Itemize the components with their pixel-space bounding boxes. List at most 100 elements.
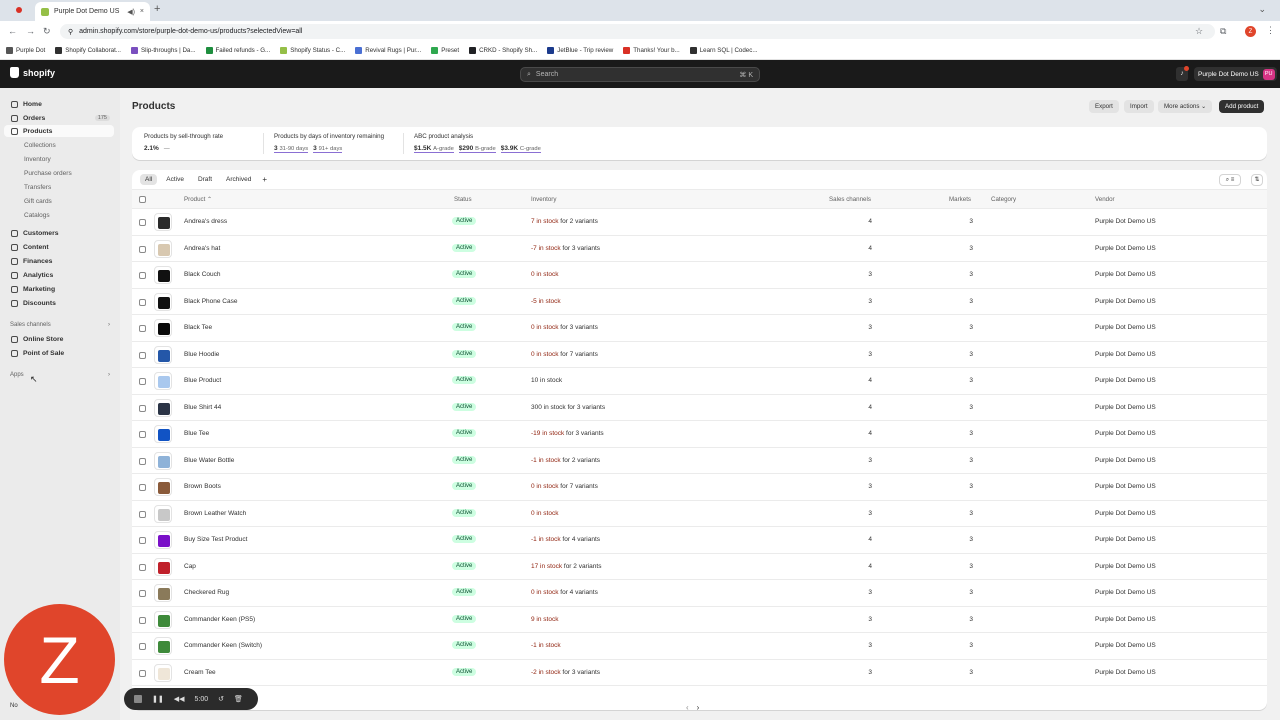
product-name[interactable]: Andrea's hat (184, 245, 220, 252)
row-checkbox[interactable] (139, 537, 146, 544)
row-checkbox[interactable] (139, 298, 146, 306)
product-name[interactable]: Checkered Rug (184, 589, 229, 596)
abc-analysis-metric[interactable]: ABC product analysis $1.5K A-grade $290 … (414, 133, 541, 153)
url-input[interactable]: ⚲ admin.shopify.com/store/purple-dot-dem… (60, 24, 1215, 39)
bookmark-item[interactable]: CRKD - Shopify Sh... (469, 47, 537, 54)
store-switcher[interactable]: Purple Dot Demo US PU (1194, 67, 1277, 81)
search-filter-button[interactable]: ⌕ ≡ (1219, 174, 1241, 186)
tab-archived[interactable]: Archived (221, 174, 256, 185)
row-checkbox[interactable] (139, 457, 146, 465)
table-row[interactable]: Buy Size Test Product Active -1 in stock f… (132, 527, 1267, 554)
table-row[interactable]: Brown Boots Active 0 in stock for 7 varian… (132, 474, 1267, 501)
row-checkbox[interactable] (139, 616, 146, 624)
notifications-bell-icon[interactable]: ♪ (1176, 66, 1189, 81)
product-name[interactable]: Blue Product (184, 377, 221, 384)
column-markets[interactable]: Markets (949, 196, 971, 203)
browser-menu-icon[interactable]: ⋮ (1266, 25, 1275, 36)
sidebar-item-marketing[interactable]: Marketing (4, 283, 114, 295)
reload-icon[interactable]: ↻ (43, 26, 51, 37)
close-tab-icon[interactable]: × (140, 8, 144, 15)
sidebar-item-content[interactable]: Content (4, 241, 114, 253)
sidebar-item-customers[interactable]: Customers (4, 227, 114, 239)
product-name[interactable]: Commander Keen (PS5) (184, 616, 255, 623)
site-info-icon[interactable]: ⚲ (68, 28, 73, 36)
shopify-logo[interactable]: shopify (10, 67, 55, 78)
sidebar-item-finances[interactable]: Finances (4, 255, 114, 267)
sidebar-subitem-transfers[interactable]: Transfers (24, 184, 51, 191)
product-name[interactable]: Blue Water Bottle (184, 457, 234, 464)
sidebar-item-discounts[interactable]: Discounts (4, 297, 114, 309)
row-checkbox[interactable] (139, 325, 146, 332)
more-actions-button[interactable]: More actions ⌄ (1158, 100, 1213, 113)
back-icon[interactable]: ← (8, 26, 17, 36)
product-name[interactable]: Blue Tee (184, 430, 209, 437)
row-checkbox[interactable] (139, 563, 146, 571)
previous-page-icon[interactable]: ‹ (686, 703, 689, 715)
tab-draft[interactable]: Draft (193, 174, 217, 185)
column-status[interactable]: Status (454, 196, 472, 203)
pause-icon[interactable]: ❚❚ (152, 695, 164, 703)
sidebar-subitem-inventory[interactable]: Inventory (24, 156, 51, 163)
rewind-icon[interactable]: ◀◀ (174, 695, 185, 703)
new-tab-button[interactable]: + (154, 3, 160, 15)
product-name[interactable]: Brown Boots (184, 483, 221, 490)
table-row[interactable]: Blue Product Active 10 in stock 4 3 Purple Do… (132, 368, 1267, 395)
product-name[interactable]: Andrea's dress (184, 218, 227, 225)
sort-button[interactable]: ⇅ (1251, 174, 1263, 186)
product-name[interactable]: Commander Keen (Switch) (184, 642, 262, 649)
table-row[interactable]: Brown Leather Watch Active 0 in stock 3 3 Pur… (132, 501, 1267, 527)
sidebar-item-orders[interactable]: Orders 175 (4, 112, 114, 124)
add-view-button[interactable]: + (262, 175, 267, 184)
days-inventory-metric[interactable]: Products by days of inventory remaining … (274, 133, 384, 153)
sidebar-subitem-gift-cards[interactable]: Gift cards (24, 198, 52, 205)
import-button[interactable]: Import (1124, 100, 1154, 113)
bookmark-item[interactable]: Thanks! Your b... (623, 47, 680, 54)
audio-icon[interactable]: ◀) (127, 8, 135, 16)
product-name[interactable]: Blue Shirt 44 (184, 404, 221, 411)
row-checkbox[interactable] (139, 219, 146, 226)
bookmark-item[interactable]: Learn SQL | Codec... (689, 47, 758, 54)
table-row[interactable]: Blue Tee Active -19 in stock for 3 variant… (132, 421, 1267, 448)
table-row[interactable]: Commander Keen (Switch) Active -1 in stock… (132, 633, 1267, 660)
apps-heading[interactable]: Apps › (10, 372, 110, 378)
tab-active[interactable]: Active (161, 174, 189, 185)
sidebar-item-online-store[interactable]: Online Store (4, 333, 114, 345)
sidebar-subitem-collections[interactable]: Collections (24, 142, 56, 149)
sales-channels-heading[interactable]: Sales channels › (10, 322, 110, 328)
bookmark-star-icon[interactable]: ☆ (1195, 26, 1203, 37)
row-checkbox[interactable] (139, 643, 146, 650)
sidebar-subitem-purchase-orders[interactable]: Purchase orders (24, 170, 72, 177)
export-button[interactable]: Export (1089, 100, 1119, 113)
bookmark-item[interactable]: Shopify Status - C... (280, 47, 345, 54)
bookmark-item[interactable]: Failed refunds - G... (205, 47, 270, 54)
sidebar-item-products[interactable]: Products (4, 125, 114, 137)
row-checkbox[interactable] (139, 378, 146, 385)
delete-recording-icon[interactable]: 🗑 (234, 695, 243, 703)
product-name[interactable]: Cream Tee (184, 669, 216, 676)
product-name[interactable]: Brown Leather Watch (184, 510, 246, 517)
table-row[interactable]: Blue Hoodie Active 0 in stock for 7 varian… (132, 342, 1267, 368)
row-checkbox[interactable] (139, 245, 146, 253)
product-name[interactable]: Cap (184, 563, 196, 570)
table-row[interactable]: Cream Tee Active -2 in stock for 3 variant… (132, 660, 1267, 686)
bookmark-item[interactable]: Preset (431, 47, 459, 54)
table-row[interactable]: Checkered Rug Active 0 in stock for 4 vari… (132, 580, 1267, 607)
extensions-icon[interactable]: ⧉ (1220, 26, 1226, 37)
row-checkbox[interactable] (139, 510, 146, 518)
row-checkbox[interactable] (139, 272, 146, 279)
row-checkbox[interactable] (139, 590, 146, 597)
table-row[interactable]: Black Couch Active 0 in stock 3 3 Purple Dot … (132, 262, 1267, 289)
add-product-button[interactable]: Add product (1219, 100, 1265, 113)
sidebar-item-point-of-sale[interactable]: Point of Sale (4, 347, 114, 359)
table-row[interactable]: Blue Water Bottle Active -1 in stock for 2… (132, 448, 1267, 474)
table-row[interactable]: Cap Active 17 in stock for 2 variants 4 3 Pur… (132, 554, 1267, 580)
tab-all[interactable]: All (140, 174, 158, 185)
restart-icon[interactable]: ↺ (218, 695, 224, 703)
row-checkbox[interactable] (139, 669, 146, 677)
product-name[interactable]: Black Tee (184, 324, 212, 331)
forward-icon[interactable]: → (26, 26, 35, 36)
bookmark-item[interactable]: Shopify Collaborat... (55, 47, 121, 54)
bookmark-item[interactable]: Revival Rugs | Pur... (355, 47, 421, 54)
browser-tab[interactable]: Purple Dot Demo US · Pr... ◀) × (35, 2, 150, 21)
stop-recording-icon[interactable] (134, 695, 142, 703)
